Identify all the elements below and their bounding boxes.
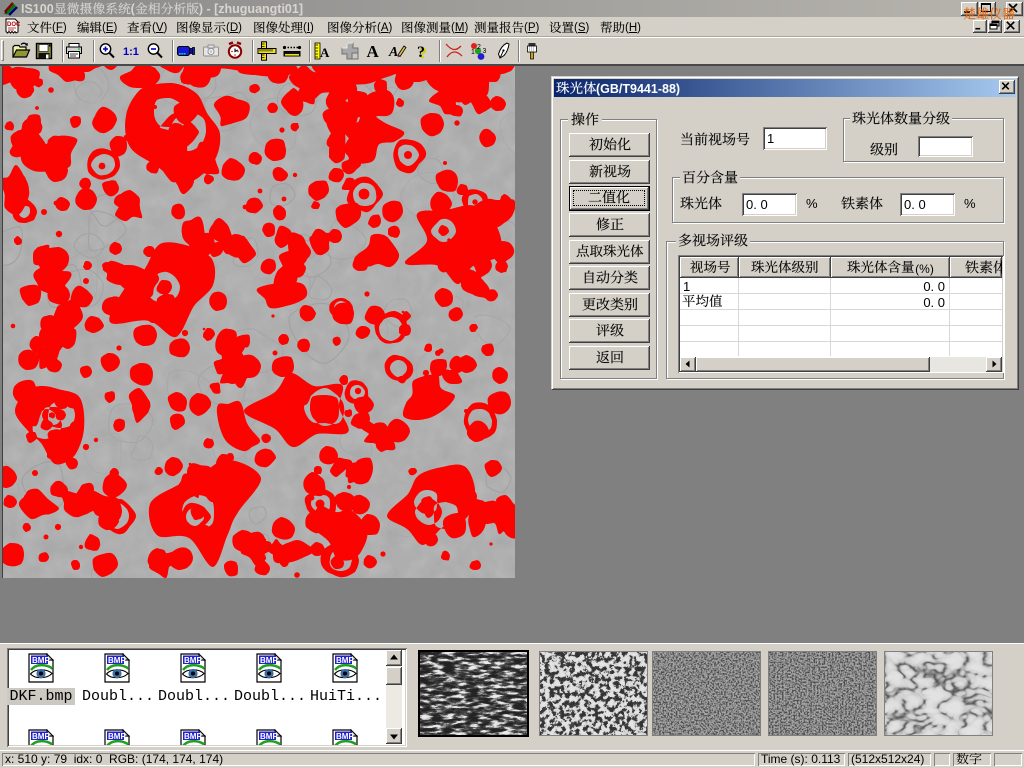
- svg-text:A: A: [320, 45, 330, 60]
- svg-text:1: 1: [471, 49, 475, 56]
- svg-text:A: A: [367, 42, 380, 61]
- svg-text:DOC: DOC: [7, 22, 20, 28]
- svg-text:2: 2: [477, 44, 481, 51]
- svg-text:A: A: [388, 45, 398, 60]
- svg-text:1:1: 1:1: [123, 46, 139, 58]
- svg-text:?: ?: [417, 44, 425, 61]
